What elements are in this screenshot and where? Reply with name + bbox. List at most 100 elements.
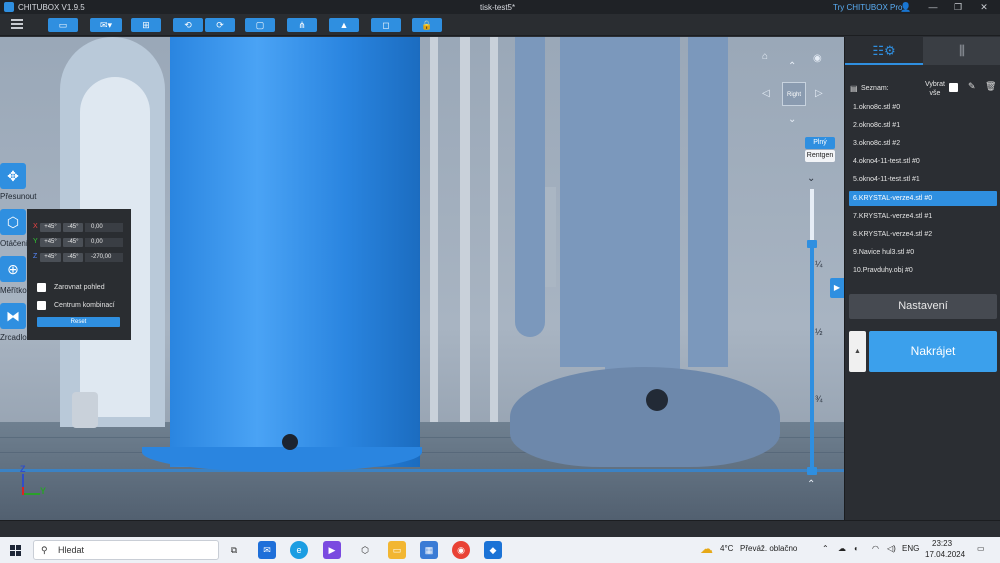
crystal-base-model[interactable] [510,367,780,467]
list-header: ▤ Seznam: Vybrat vše ✎ 🗑 [845,77,1000,101]
center-combo-checkbox[interactable] [37,301,46,310]
view-left-arrow-icon[interactable]: ◁ [762,88,770,99]
list-item[interactable]: 8.KRYSTAL-verze4.stl #2 [849,227,997,242]
clipchamp-icon[interactable]: ▶ [323,541,341,559]
mode-rentgen-button[interactable]: Rentgen [805,150,835,162]
menu-icon[interactable] [11,19,23,29]
chitubox-taskbar-icon[interactable]: ◆ [484,541,502,559]
restore-icon[interactable]: ❐ [952,1,964,13]
crystal-branch-model[interactable] [515,37,545,337]
rotate-tool-button[interactable]: ⬡ [0,209,26,235]
onedrive-icon[interactable]: ◐ [854,544,859,553]
try-pro-link[interactable]: Try CHITUBOX Pro [833,3,902,12]
clock-date[interactable]: 17.04.2024 [925,550,965,559]
settings-button[interactable]: Nastavení [849,294,997,319]
list-item[interactable]: 3.okno8c.stl #2 [849,136,997,151]
redo-button[interactable]: ⟳ [205,18,235,32]
language-indicator[interactable]: ENG [902,544,919,553]
list-item[interactable]: 10.Pravduhy.obj #0 [849,263,997,273]
view-right-arrow-icon[interactable]: ▷ [815,88,823,99]
save-button[interactable]: ✉▾ [90,18,122,32]
panel-collapse-button[interactable]: ▶ [830,278,844,298]
auto-layout-button[interactable]: ⊞ [131,18,161,32]
rotate-z-input[interactable]: -270,00 [85,253,123,262]
chrome-icon[interactable]: ◉ [452,541,470,559]
rotate-y-plus-button[interactable]: +45° [40,238,61,247]
align-view-checkbox[interactable] [37,283,46,292]
taskbar-search-input[interactable]: Hledat [33,540,219,560]
crystal-trunk-model[interactable] [688,37,728,367]
volume-icon[interactable]: ◁) [887,544,896,553]
file-explorer-icon[interactable]: ▭ [388,541,406,559]
undo-button[interactable]: ⟲ [173,18,203,32]
eye-icon[interactable]: ◉ [813,53,822,64]
layer-slider-handle-top[interactable] [807,240,817,248]
list-item[interactable]: 4.okno4-11-test.stl #0 [849,154,997,169]
view-cube[interactable]: Right [782,82,806,106]
rotate-y-minus-button[interactable]: -45° [63,238,83,247]
slice-button[interactable]: Nakrájet [869,331,997,372]
rotate-y-input[interactable]: 0,00 [85,238,123,247]
cloud-icon[interactable]: ☁ [838,544,846,553]
rotate-x-minus-button[interactable]: -45° [63,223,83,232]
list-title: Seznam: [861,85,889,92]
edit-icon[interactable]: ✎ [968,81,976,92]
small-cylinder-model[interactable] [72,392,98,428]
layer-slider-handle-bottom[interactable] [807,467,817,475]
slider-down-icon[interactable]: ⌃ [807,479,815,490]
rotate-z-plus-button[interactable]: +45° [40,253,61,262]
tray-chevron-icon[interactable]: ⌃ [822,544,829,553]
lock-button[interactable]: 🔒 [412,18,442,32]
support-structure[interactable] [460,37,470,422]
hollow-button[interactable]: ◻ [371,18,401,32]
slice-options-button[interactable]: ▲ [849,331,866,372]
minimize-icon[interactable]: — [927,1,939,13]
network-button[interactable]: ⋔ [287,18,317,32]
slider-up-icon[interactable]: ⌄ [807,173,815,184]
scale-tool-button[interactable]: ⊕ [0,256,26,282]
view-up-arrow-icon[interactable]: ⌃ [788,61,796,72]
move-tool-button[interactable]: ✥ [0,163,26,189]
list-item[interactable]: 2.okno8c.stl #1 [849,118,997,133]
reset-button[interactable]: Reset [37,317,120,327]
list-item-selected[interactable]: 6.KRYSTAL-verze4.stl #0 [849,191,997,206]
list-item[interactable]: 9.Navice hul3.stl #0 [849,245,997,260]
weather-icon[interactable]: ☁ [700,541,713,557]
axis-y-label: Y [40,486,47,496]
supports-tab[interactable]: ⫼ [923,37,1000,65]
models-tab[interactable]: ☷⚙ [845,37,923,65]
mirror-tool-button[interactable]: ⧓ [0,303,26,329]
center-combo-label: Centrum kombinací [54,302,115,309]
rotate-z-minus-button[interactable]: -45° [63,253,83,262]
select-all-checkbox[interactable] [949,83,958,92]
windows-start-icon[interactable] [10,545,21,556]
edge-icon[interactable]: e [290,541,308,559]
rotate-x-input[interactable]: 0,00 [85,223,123,232]
delete-icon[interactable]: 🗑 [985,81,996,92]
rotate-x-plus-button[interactable]: +45° [40,223,61,232]
support-button[interactable]: ▲ [329,18,359,32]
task-view-icon[interactable]: ⧉ [225,541,243,559]
clock-time[interactable]: 23:23 [932,539,952,548]
close-icon[interactable]: ✕ [978,1,990,13]
crystal-trunk-model[interactable] [605,37,680,387]
crystal-trunk-model[interactable] [560,37,610,367]
support-structure[interactable] [430,37,438,422]
store-icon[interactable]: ▦ [420,541,438,559]
mode-plny-button[interactable]: Plný [805,137,835,149]
view-down-arrow-icon[interactable]: ⌄ [788,114,796,125]
notifications-icon[interactable]: ▭ [977,544,985,553]
wifi-icon[interactable]: ◠ [872,544,879,553]
support-structure[interactable] [490,37,498,422]
user-icon[interactable]: 👤 [900,1,912,13]
home-view-icon[interactable]: ⌂ [762,51,768,62]
status-bar [0,520,1000,537]
mail-icon[interactable]: ✉ [258,541,276,559]
app-icon[interactable]: ⬡ [356,541,374,559]
screenshot-button[interactable]: ▢ [245,18,275,32]
list-item[interactable]: 5.okno4-11-test.stl #1 [849,172,997,187]
list-item[interactable]: 7.KRYSTAL-verze4.stl #1 [849,209,997,224]
open-folder-button[interactable]: ▭ [48,18,78,32]
blue-cylinder-model[interactable] [170,37,420,467]
list-item[interactable]: 1.okno8c.stl #0 [849,100,997,115]
